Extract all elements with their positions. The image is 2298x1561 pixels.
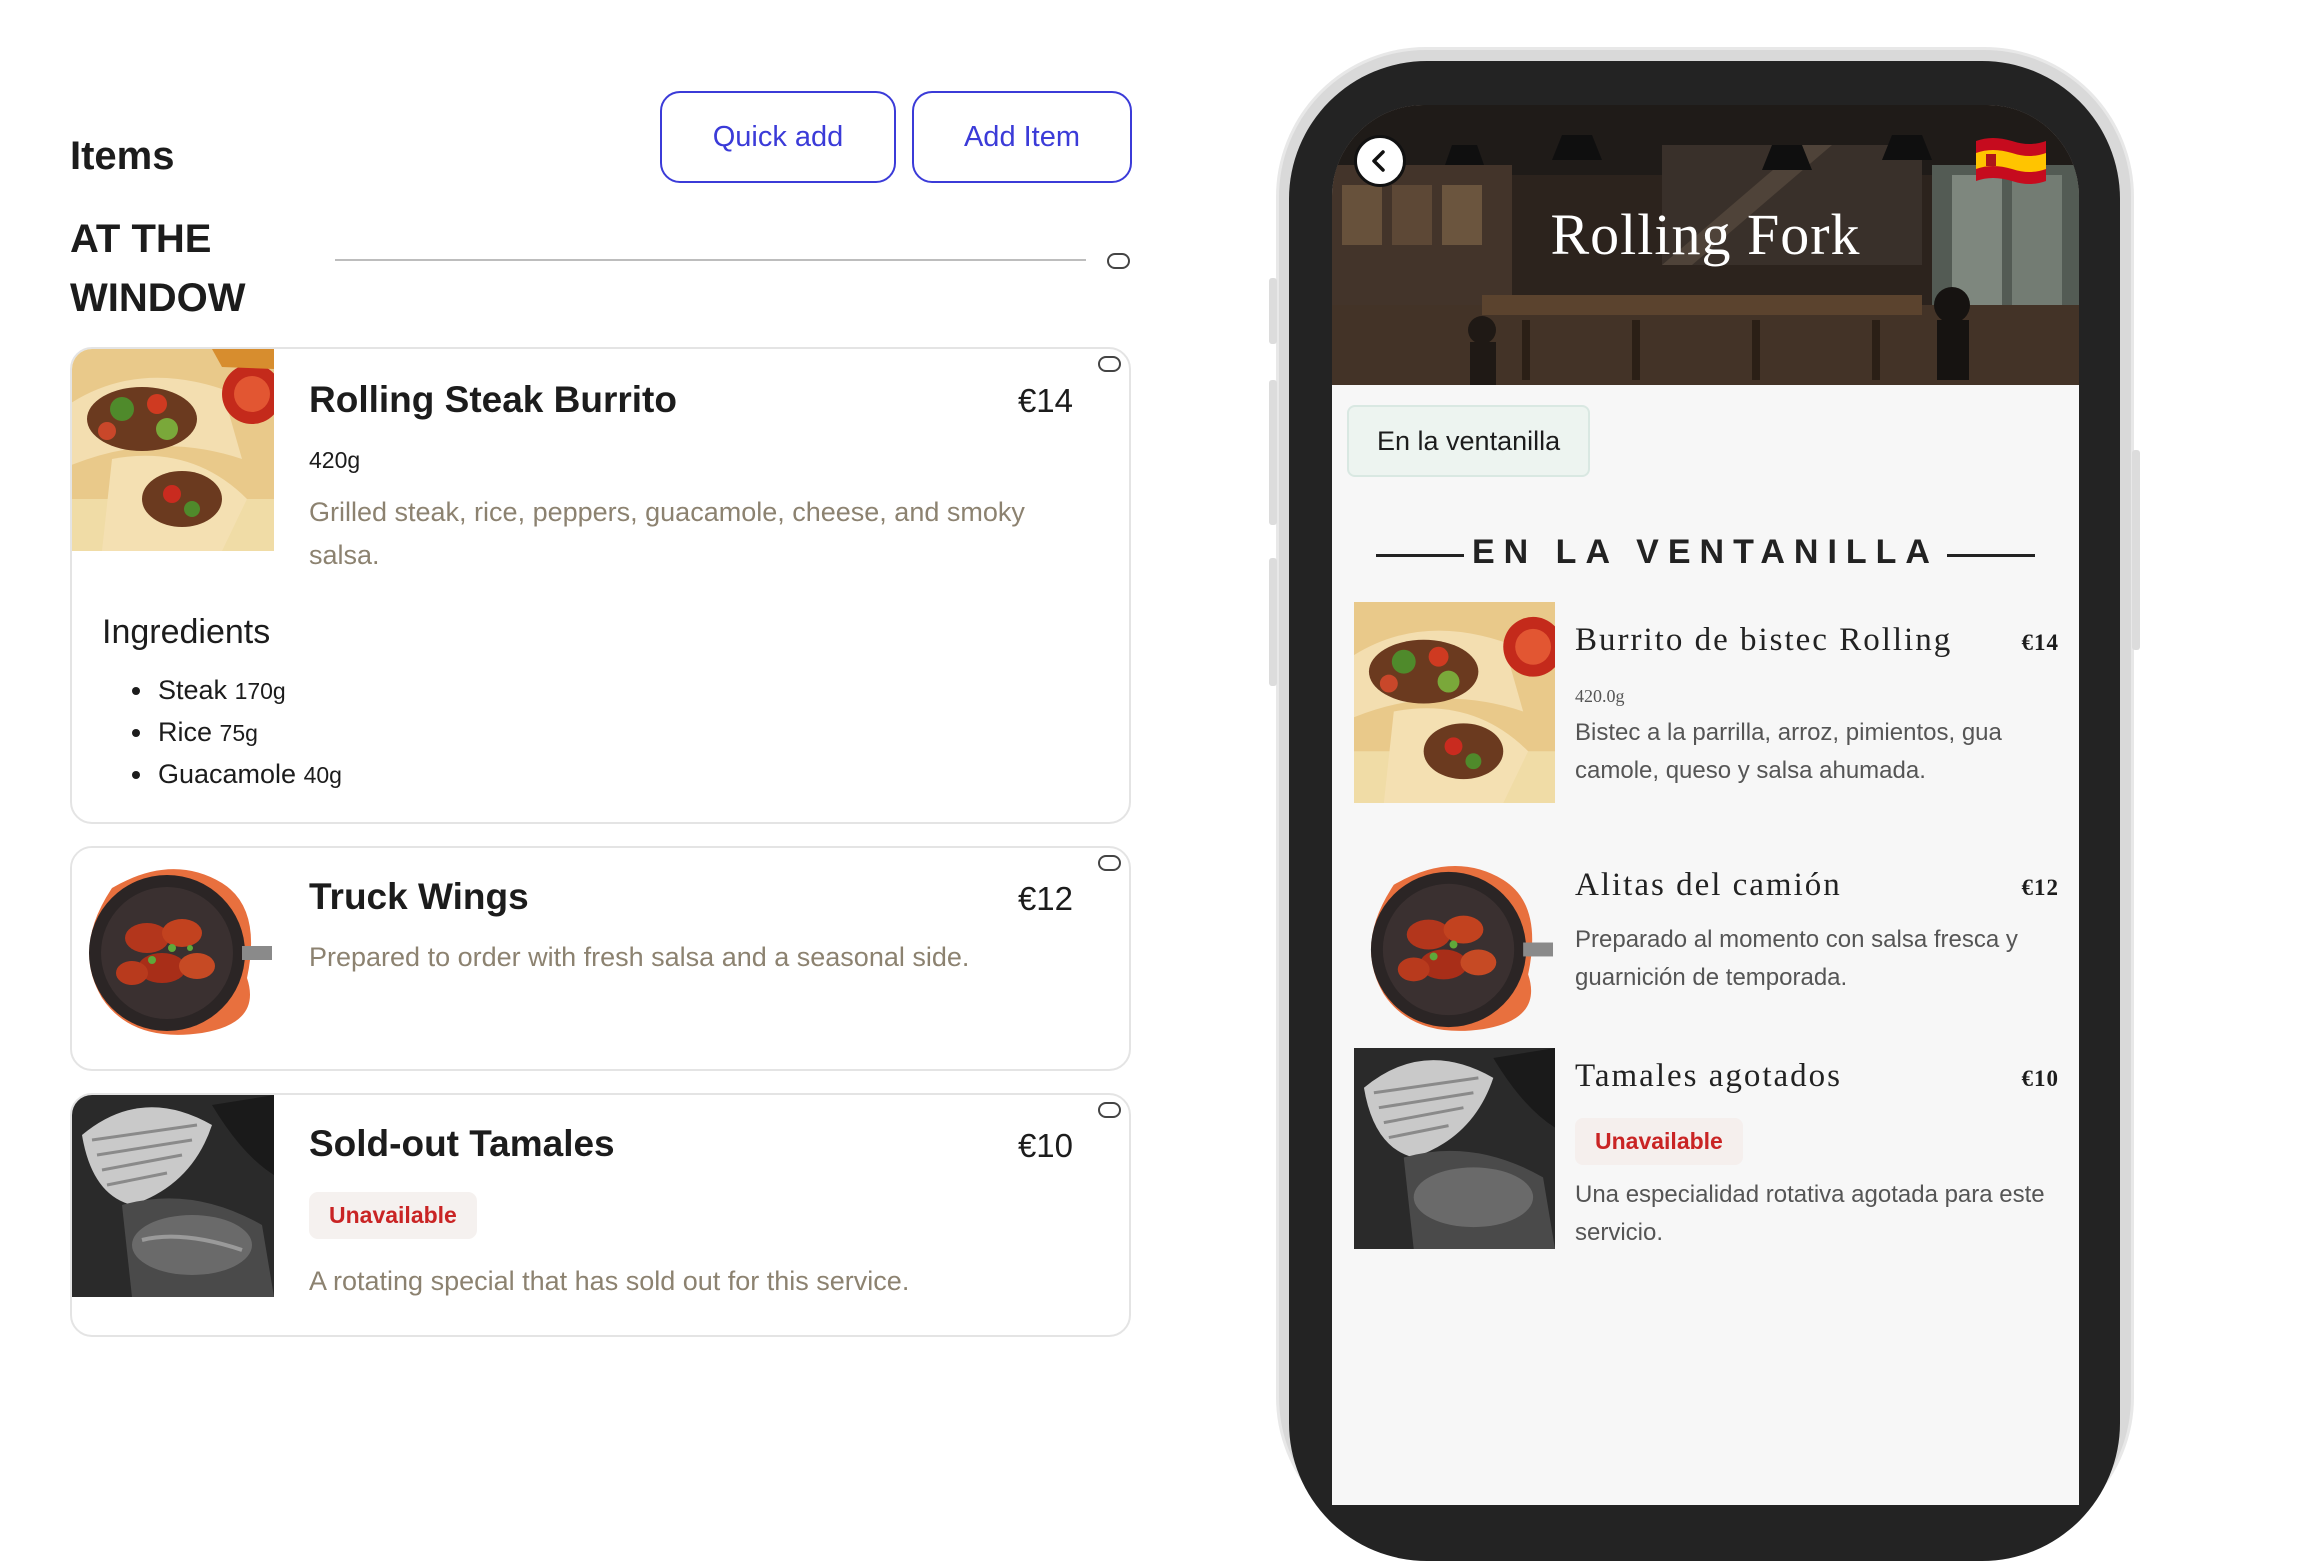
phone-screen: Rolling Fork En la ventanilla EN LA VENT…: [1332, 105, 2079, 1505]
item-card[interactable]: Sold-out Tamales €10 Unavailable A rotat…: [70, 1093, 1131, 1337]
tamales-image: [72, 1095, 274, 1297]
unavailable-badge: Unavailable: [1575, 1118, 1743, 1165]
item-toggle-icon[interactable]: [1098, 356, 1121, 372]
item-name: Rolling Steak Burrito: [309, 379, 677, 420]
phone-side-button: [1269, 380, 1277, 525]
burrito-image: [1354, 602, 1555, 803]
menu-item[interactable]: Burrito de bistec Rolling €14 420.0g Bis…: [1354, 602, 2059, 803]
page-title: Items: [70, 134, 175, 178]
menu-item-description: Bistec a la parrilla, arroz, pimientos, …: [1575, 719, 2002, 784]
menu-item[interactable]: Tamales agotados €10 Unavailable Una esp…: [1354, 1048, 2059, 1249]
section-title[interactable]: AT THE WINDOW: [70, 210, 300, 328]
item-price: €10: [1017, 1127, 1073, 1164]
ingredient-item: Rice 75g: [130, 711, 342, 753]
language-selector[interactable]: [1972, 135, 2050, 187]
item-description: Grilled steak, rice, peppers, guacamole,…: [309, 497, 1025, 570]
add-item-button[interactable]: Add Item: [912, 91, 1132, 183]
menu-item-price: €10: [2021, 1066, 2059, 1091]
phone-side-button: [1269, 558, 1277, 686]
item-name: Sold-out Tamales: [309, 1123, 615, 1164]
ingredients-title: Ingredients: [102, 613, 271, 651]
item-toggle-icon[interactable]: [1098, 1102, 1121, 1118]
burrito-image: [72, 349, 274, 551]
menu-item-name: Burrito de bistec Rolling: [1575, 622, 1953, 658]
wings-image: [72, 848, 274, 1050]
item-name: Truck Wings: [309, 876, 529, 917]
menu-item-description: Una especialidad rotativa agotada para e…: [1575, 1181, 2045, 1246]
section-divider: [335, 259, 1086, 261]
spain-flag-icon: [1976, 138, 2046, 184]
menu-item-price: €14: [2021, 630, 2059, 655]
section-line-right: [1947, 554, 2035, 557]
menu-item-name: Alitas del camión: [1575, 867, 1842, 903]
restaurant-name: Rolling Fork: [1550, 202, 1861, 267]
item-card[interactable]: Rolling Steak Burrito €14 420g Grilled s…: [70, 347, 1131, 824]
menu-item[interactable]: Alitas del camión €12 Preparado al momen…: [1354, 845, 2059, 1046]
section-toggle-icon[interactable]: [1107, 253, 1130, 269]
quick-add-button[interactable]: Quick add: [660, 91, 896, 183]
menu-section-title: EN LA VENTANILLA: [1472, 533, 1939, 571]
unavailable-badge: Unavailable: [309, 1192, 477, 1239]
item-description: A rotating special that has sold out for…: [309, 1266, 910, 1296]
menu-item-name: Tamales agotados: [1575, 1058, 1843, 1094]
item-toggle-icon[interactable]: [1098, 855, 1121, 871]
menu-item-description: Preparado al momento con salsa fresca y …: [1575, 926, 2018, 991]
wings-image: [1354, 845, 1555, 1046]
category-chip[interactable]: En la ventanilla: [1347, 405, 1591, 477]
item-description: Prepared to order with fresh salsa and a…: [309, 942, 970, 972]
phone-side-button: [2132, 450, 2140, 650]
phone-side-button: [1269, 278, 1277, 344]
back-arrow-icon: [1372, 150, 1385, 172]
item-price: €12: [1017, 880, 1073, 917]
tamales-image: [1354, 1048, 1555, 1249]
ingredient-item: Steak 170g: [130, 669, 342, 711]
menu-item-weight: 420.0g: [1575, 686, 1625, 706]
menu-section-header: EN LA VENTANILLA: [1332, 525, 2079, 585]
ingredient-item: Guacamole 40g: [130, 753, 342, 795]
back-button[interactable]: [1354, 135, 1406, 187]
item-price: €14: [1017, 382, 1073, 419]
menu-item-price: €12: [2021, 875, 2059, 900]
item-card[interactable]: Truck Wings €12 Prepared to order with f…: [70, 846, 1131, 1071]
ingredients-list: Steak 170g Rice 75g Guacamole 40g: [130, 669, 342, 795]
item-weight: 420g: [309, 447, 361, 473]
items-editor: Items Quick add Add Item AT THE WINDOW R…: [0, 0, 1200, 1464]
